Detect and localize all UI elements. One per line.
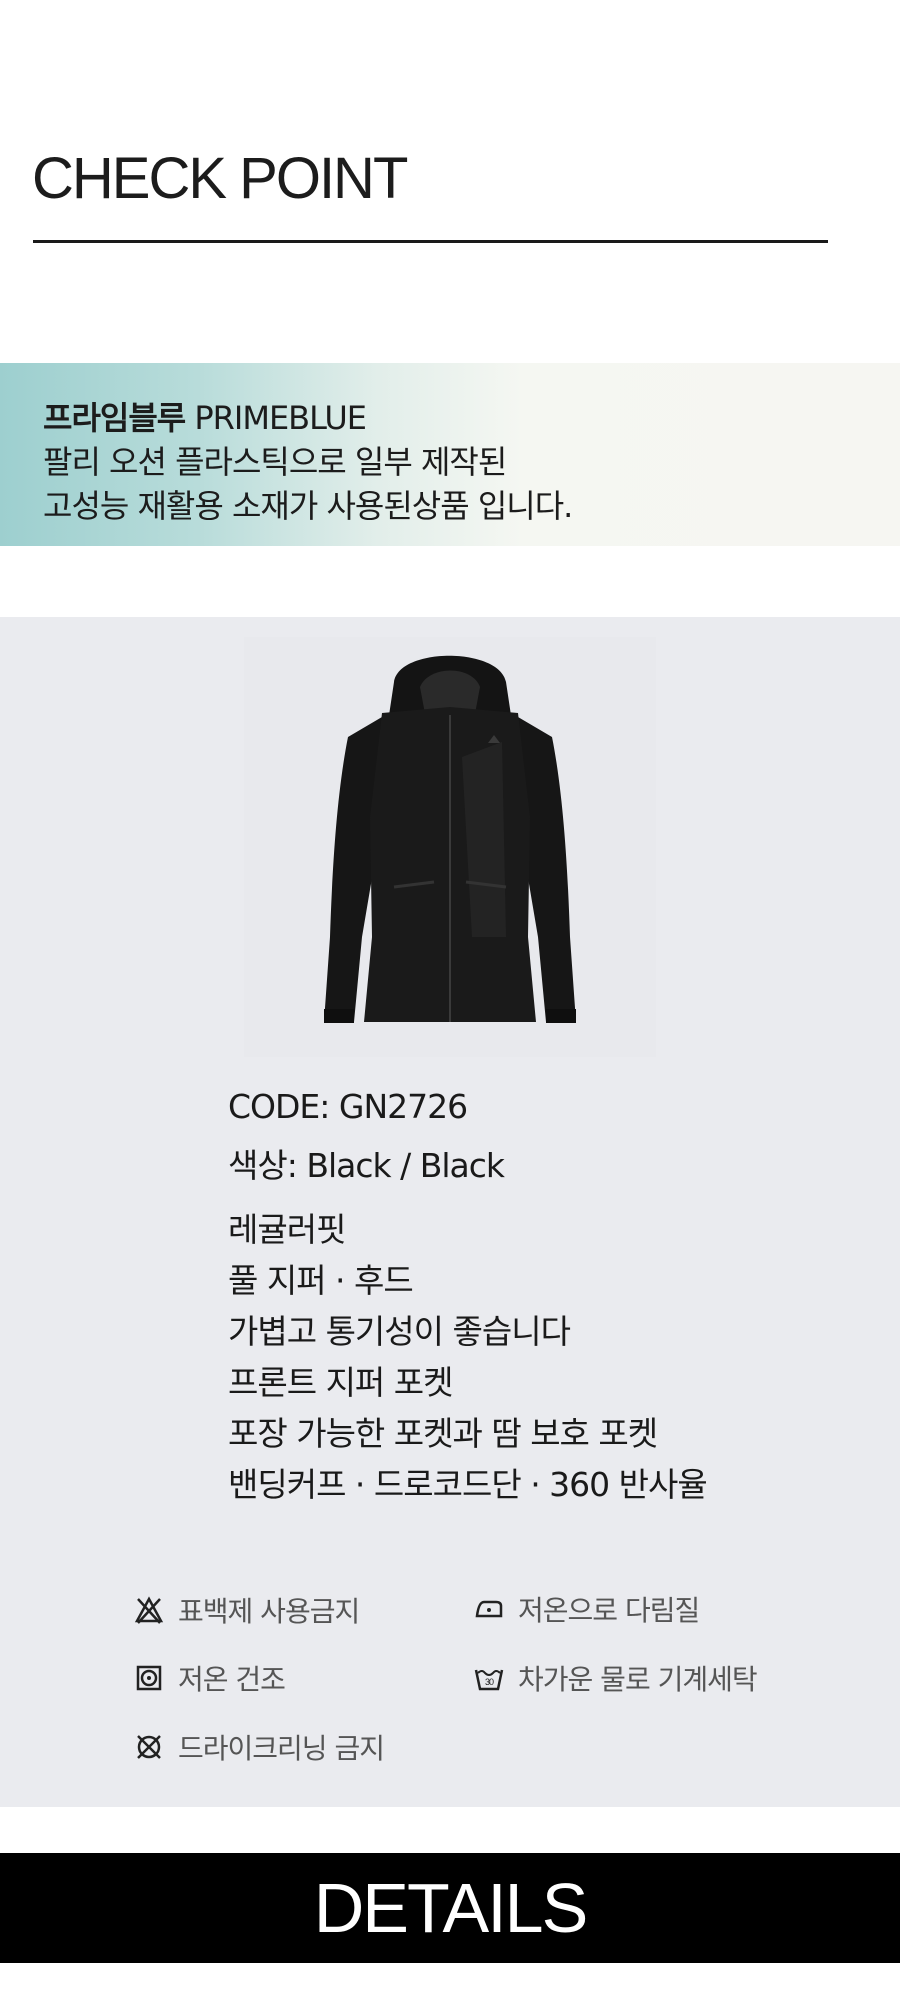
primeblue-text: 프라임블루 PRIMEBLUE 팔리 오션 플라스틱으로 일부 제작된 고성능 …: [43, 396, 573, 528]
product-image: [244, 637, 656, 1057]
care-label: 표백제 사용금지: [178, 1595, 360, 1628]
care-no-bleach: 표백제 사용금지: [134, 1590, 360, 1630]
details-header: DETAILS: [0, 1853, 900, 1963]
checkpoint-title: CHECK POINT: [32, 146, 408, 211]
primeblue-heading-english: PRIMEBLUE: [185, 399, 367, 437]
tumble-dry-low-icon: [136, 1665, 162, 1691]
feature-item: 밴딩커프 · 드로코드단 · 360 반사율: [228, 1465, 708, 1504]
care-low-iron: 저온으로 다림질: [474, 1589, 700, 1629]
product-code: CODE: GN2726: [228, 1087, 468, 1126]
primeblue-banner: 프라임블루 PRIMEBLUE 팔리 오션 플라스틱으로 일부 제작된 고성능 …: [0, 363, 900, 546]
feature-item: 프론트 지퍼 포켓: [228, 1363, 453, 1402]
no-dry-clean-icon: [137, 1735, 161, 1759]
checkpoint-divider: [33, 240, 828, 243]
low-iron-icon: [475, 1600, 503, 1618]
care-label: 저온으로 다림질: [518, 1594, 700, 1627]
care-label: 차가운 물로 기계세탁: [518, 1663, 758, 1696]
svg-text:30: 30: [485, 1677, 494, 1687]
care-no-dry-clean: 드라이크리닝 금지: [134, 1727, 385, 1767]
product-detail-page: CHECK POINT 프라임블루 PRIMEBLUE 팔리 오션 플라스틱으로…: [0, 0, 900, 2000]
feature-item: 가볍고 통기성이 좋습니다: [228, 1312, 571, 1351]
no-bleach-icon: [134, 1596, 164, 1624]
feature-item: 포장 가능한 포켓과 땀 보호 포켓: [228, 1414, 658, 1453]
care-label: 드라이크리닝 금지: [178, 1732, 385, 1765]
black-hooded-jacket-icon: [324, 655, 576, 1023]
primeblue-heading-bold: 프라임블루: [43, 399, 186, 437]
care-label: 저온 건조: [178, 1663, 286, 1696]
feature-list: 레귤러핏 풀 지퍼 · 후드 가볍고 통기성이 좋습니다 프론트 지퍼 포켓 포…: [228, 1204, 708, 1510]
machine-wash-cold-icon: 30: [474, 1669, 504, 1691]
primeblue-line-2: 팔리 오션 플라스틱으로 일부 제작된: [43, 443, 507, 481]
care-tumble-dry-low: 저온 건조: [134, 1658, 286, 1698]
care-machine-wash-cold: 30 차가운 물로 기계세탁: [474, 1658, 758, 1698]
primeblue-heading: 프라임블루 PRIMEBLUE: [43, 396, 572, 440]
product-card: CODE: GN2726 색상: Black / Black 레귤러핏 풀 지퍼…: [0, 617, 900, 1807]
feature-item: 레귤러핏: [228, 1210, 346, 1249]
primeblue-line-3: 고성능 재활용 소재가 사용된상품 입니다.: [43, 487, 573, 525]
details-title: DETAILS: [313, 1869, 589, 1947]
product-color: 색상: Black / Black: [228, 1146, 505, 1185]
feature-item: 풀 지퍼 · 후드: [228, 1261, 414, 1300]
